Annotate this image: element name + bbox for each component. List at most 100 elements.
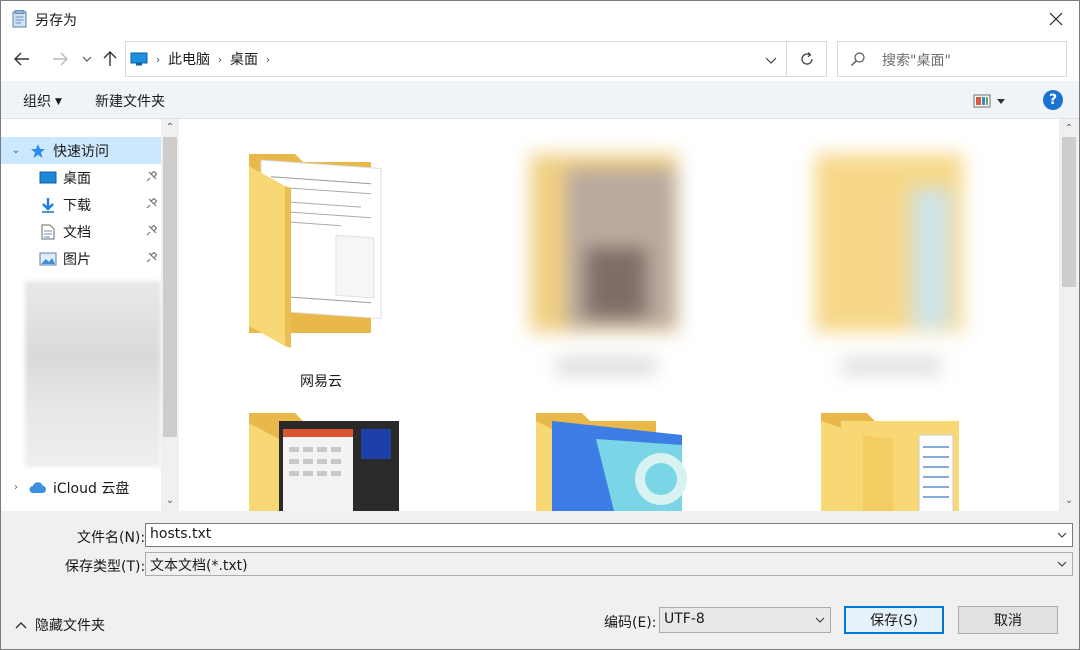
expand-chevron-icon[interactable]: ⌄	[9, 145, 23, 156]
folder-icon	[821, 413, 959, 511]
caret-down-icon: ▼	[55, 97, 62, 107]
filename-field[interactable]: hosts.txt	[145, 523, 1073, 547]
scroll-down-icon[interactable]: ⌄	[1063, 495, 1075, 507]
pin-icon	[145, 224, 158, 241]
close-button[interactable]	[1033, 1, 1079, 37]
folder-icon	[249, 154, 382, 348]
breadcrumb: › 此电脑 › 桌面 ›	[128, 42, 278, 76]
caret-down-icon	[997, 98, 1005, 104]
breadcrumb-separator: ›	[217, 52, 223, 66]
arrow-up-icon	[103, 51, 117, 66]
pin-icon	[145, 251, 158, 268]
scrollbar-thumb[interactable]	[163, 137, 177, 437]
chevron-down-icon	[814, 614, 826, 626]
nav-item-label: 文档	[63, 224, 91, 241]
pc-icon	[130, 52, 148, 66]
scroll-up-icon[interactable]: ⌃	[1063, 123, 1075, 135]
nav-icloud-label: iCloud 云盘	[53, 480, 130, 497]
nav-item-label: 桌面	[63, 170, 91, 187]
chevron-up-icon	[15, 622, 27, 629]
chevron-down-icon[interactable]	[1056, 529, 1068, 541]
folder-icon	[249, 413, 399, 511]
breadcrumb-separator: ›	[155, 52, 161, 66]
star-icon	[29, 143, 47, 159]
view-options-button[interactable]	[973, 93, 1013, 109]
pin-icon	[145, 170, 158, 187]
organize-label: 组织	[23, 94, 51, 110]
folder-tile-redacted[interactable]	[801, 128, 981, 388]
document-icon	[39, 224, 57, 240]
nav-quick-access[interactable]: ⌄ 快速访问	[1, 137, 161, 164]
breadcrumb-desktop[interactable]: 桌面	[230, 49, 258, 69]
nav-item-documents[interactable]: 文档	[1, 218, 161, 245]
encoding-value: UTF-8	[664, 611, 705, 627]
command-bar: 组织 ▼ 新建文件夹 ?	[1, 81, 1079, 119]
redacted-nav-items	[25, 281, 161, 467]
folder-name: 网易云	[300, 374, 342, 390]
filetype-label: 保存类型(T):	[65, 559, 146, 575]
folder-tile[interactable]	[231, 399, 411, 511]
file-list-view[interactable]: 网易云	[181, 119, 1059, 511]
refresh-button[interactable]	[787, 41, 827, 77]
download-icon	[39, 197, 57, 213]
up-button[interactable]	[99, 48, 121, 70]
folder-tile[interactable]	[516, 399, 696, 511]
new-folder-button[interactable]: 新建文件夹	[95, 91, 165, 111]
scrollbar-thumb[interactable]	[1062, 137, 1076, 287]
chevron-down-icon	[82, 56, 92, 62]
help-button[interactable]: ?	[1043, 90, 1063, 110]
address-bar[interactable]: › 此电脑 › 桌面 ›	[125, 41, 787, 77]
folder-icon	[536, 413, 687, 511]
breadcrumb-separator: ›	[265, 52, 271, 66]
folder-tile[interactable]: 网易云	[231, 128, 411, 390]
filetype-value: 文本文档(*.txt)	[150, 558, 248, 574]
nav-item-label: 下载	[63, 197, 91, 214]
organize-menu-button[interactable]: 组织 ▼	[23, 91, 62, 111]
title-bar: 另存为	[1, 1, 1079, 37]
folder-tile[interactable]	[801, 399, 981, 511]
arrow-left-icon	[14, 52, 29, 66]
pictures-icon	[39, 251, 57, 267]
folder-tile-redacted[interactable]	[516, 128, 696, 388]
chevron-down-icon	[1056, 558, 1068, 570]
save-form: 文件名(N): hosts.txt 保存类型(T): 文本文档(*.txt) 隐…	[1, 511, 1079, 649]
nav-quick-access-label: 快速访问	[53, 143, 109, 160]
nav-icloud[interactable]: › iCloud 云盘	[1, 474, 161, 501]
nav-item-pictures[interactable]: 图片	[1, 245, 161, 272]
nav-scrollbar[interactable]: ⌃ ⌄	[161, 119, 179, 511]
address-row: › 此电脑 › 桌面 › 搜索"桌面"	[1, 37, 1079, 81]
nav-item-desktop[interactable]: 桌面	[1, 164, 161, 191]
folder-icon	[530, 154, 678, 374]
scroll-down-icon[interactable]: ⌄	[164, 495, 176, 507]
hide-folders-toggle[interactable]: 隐藏文件夹	[15, 615, 105, 635]
filetype-select[interactable]: 文本文档(*.txt)	[145, 552, 1073, 576]
scroll-up-icon[interactable]: ⌃	[164, 122, 176, 134]
cloud-icon	[29, 480, 47, 496]
filename-value: hosts.txt	[150, 526, 212, 542]
search-placeholder: 搜索"桌面"	[882, 53, 951, 69]
recent-locations-button[interactable]	[76, 48, 98, 70]
cancel-button[interactable]: 取消	[958, 606, 1058, 634]
refresh-icon	[800, 52, 813, 65]
folder-icon	[815, 154, 963, 374]
pin-icon	[145, 197, 158, 214]
desktop-icon	[39, 170, 57, 186]
search-input[interactable]: 搜索"桌面"	[837, 41, 1067, 77]
expand-chevron-icon[interactable]: ›	[9, 482, 23, 493]
navigation-pane[interactable]: ⌄ 快速访问 桌面 下载 文档 图片 › iCloud 云盘 ⌃ ⌄	[1, 119, 181, 511]
breadcrumb-this-pc[interactable]: 此电脑	[168, 49, 210, 69]
save-as-dialog: 另存为 › 此电脑 › 桌面 › 搜索"桌面" 组织 ▼ 新建文件夹 ? ⌄ 快…	[0, 0, 1080, 650]
nav-item-label: 图片	[63, 251, 91, 268]
chevron-down-icon	[765, 57, 777, 64]
search-icon	[850, 51, 866, 71]
hide-folders-label: 隐藏文件夹	[35, 618, 105, 634]
filename-label: 文件名(N):	[77, 530, 146, 546]
notepad-icon	[12, 10, 28, 28]
nav-item-downloads[interactable]: 下载	[1, 191, 161, 218]
content-scrollbar[interactable]: ⌃ ⌄	[1059, 119, 1079, 511]
address-history-dropdown[interactable]	[762, 51, 780, 69]
back-button[interactable]	[11, 48, 33, 70]
forward-button[interactable]	[49, 48, 71, 70]
save-button[interactable]: 保存(S)	[844, 606, 944, 634]
encoding-select[interactable]: UTF-8	[659, 607, 831, 633]
